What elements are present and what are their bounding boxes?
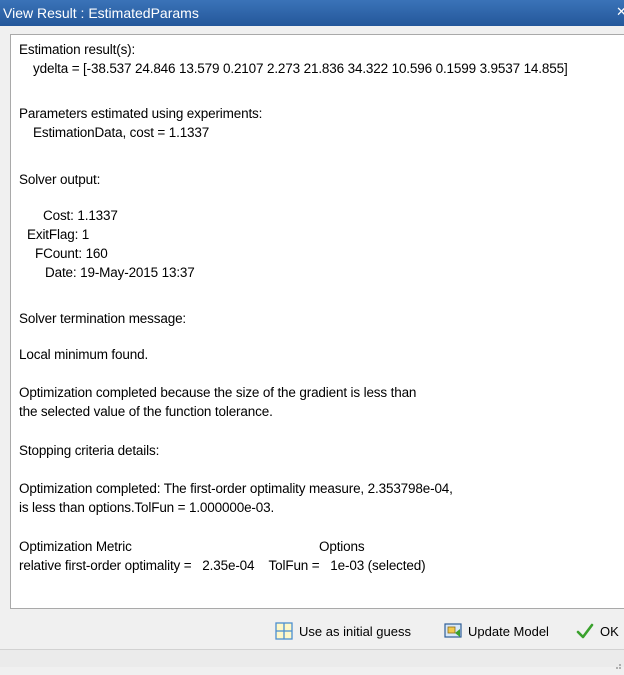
grid-icon <box>275 622 293 640</box>
termination-heading: Solver termination message: <box>19 311 187 326</box>
update-model-icon <box>444 622 462 640</box>
update-model-label: Update Model <box>468 623 549 639</box>
solver-cost: Cost: 1.1337 <box>43 208 118 223</box>
stopping-detail-1: Optimization completed: The first-order … <box>19 481 453 496</box>
stopping-detail-2: is less than options.TolFun = 1.000000e-… <box>19 500 275 515</box>
metric-column-header: Optimization Metric <box>19 539 132 554</box>
experiments-heading: Parameters estimated using experiments: <box>19 106 263 121</box>
termination-detail-2: the selected value of the function toler… <box>19 404 273 419</box>
close-icon[interactable]: ✕ <box>616 4 624 22</box>
window-title: View Result : EstimatedParams <box>3 5 199 21</box>
termination-detail-1: Optimization completed because the size … <box>19 385 417 400</box>
result-heading: Estimation result(s): <box>19 42 136 57</box>
use-as-initial-guess-label: Use as initial guess <box>299 623 411 639</box>
stopping-criteria-heading: Stopping criteria details: <box>19 443 160 458</box>
termination-message: Local minimum found. <box>19 347 149 362</box>
use-as-initial-guess-button[interactable]: Use as initial guess <box>275 620 411 642</box>
solver-fcount: FCount: 160 <box>35 246 108 261</box>
solver-output-heading: Solver output: <box>19 172 101 187</box>
ok-button[interactable]: OK <box>576 620 619 642</box>
solver-date: Date: 19-May-2015 13:37 <box>45 265 195 280</box>
ok-label: OK <box>600 623 619 639</box>
checkmark-icon <box>576 622 594 640</box>
options-column-header: Options <box>319 539 365 554</box>
window-title-bar: View Result : EstimatedParams ✕ <box>0 0 624 26</box>
resize-grip-icon[interactable] <box>614 657 622 669</box>
result-text-area: Estimation result(s): ydelta = [-38.537 … <box>10 34 624 609</box>
status-bar <box>0 649 624 669</box>
experiment-cost: EstimationData, cost = 1.1337 <box>33 125 210 140</box>
update-model-button[interactable]: Update Model <box>444 620 549 642</box>
ydelta-values: ydelta = [-38.537 24.846 13.579 0.2107 2… <box>33 61 568 76</box>
metric-values-row: relative first-order optimality = 2.35e-… <box>19 558 426 573</box>
solver-exitflag: ExitFlag: 1 <box>27 227 90 242</box>
